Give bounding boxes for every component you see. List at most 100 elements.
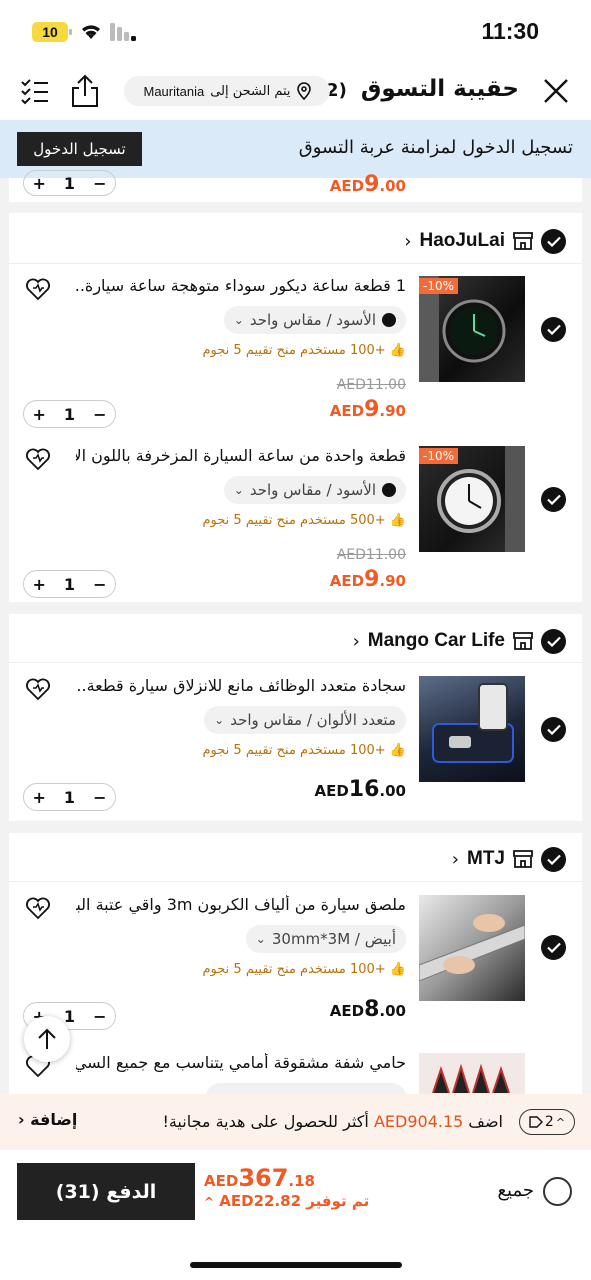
quantity-stepper[interactable]: + 1 − [23, 400, 116, 428]
store-header[interactable]: MTJ ‹ [452, 844, 566, 874]
variant-label: الأسود / مقاس واحد [249, 311, 376, 329]
share-icon[interactable] [70, 74, 100, 108]
product-image[interactable] [419, 895, 525, 1001]
variant-label: أبيض / 30mm*3M [271, 930, 396, 948]
chevron-down-icon: ⌄ [233, 483, 244, 497]
item-checkbox[interactable] [541, 487, 566, 512]
mat-image-icon [432, 683, 514, 763]
item-price: AED9.90 [329, 567, 406, 592]
store-checkbox[interactable] [541, 628, 566, 654]
partial-cart-item: AED9.00 + 1 − [9, 170, 582, 202]
wishlist-heart-icon[interactable] [25, 895, 51, 921]
thumbs-up-icon: 👍 [389, 343, 406, 358]
login-banner-text: تسجيل الدخول لمزامنة عربة التسوق [298, 137, 573, 158]
item-checkbox[interactable] [541, 717, 566, 742]
rating-note: 👍 +500 مستخدم منح تقييم 5 نجوم [202, 513, 406, 528]
quantity-stepper[interactable]: + 1 − [23, 783, 116, 811]
store-name[interactable]: HaoJuLai [419, 230, 505, 252]
decrease-button[interactable]: − [85, 788, 115, 807]
store-header[interactable]: Mango Car Life ‹ [353, 626, 566, 656]
close-icon[interactable] [539, 74, 573, 108]
scroll-to-top-button[interactable] [24, 1016, 70, 1062]
color-swatch [382, 313, 396, 327]
product-image[interactable]: -10% [419, 276, 525, 382]
wishlist-heart-icon[interactable] [25, 446, 51, 472]
sill-image-icon [419, 914, 525, 982]
product-title[interactable]: قطعة واحدة من ساعة السيارة المزخرفة بالل… [76, 446, 406, 465]
battery-level: 10 [42, 24, 58, 40]
decrease-button[interactable]: − [85, 1007, 115, 1026]
increase-button[interactable]: + [24, 788, 54, 807]
original-price: AED11.00 [336, 547, 406, 563]
product-title[interactable]: ملصق سيارة من ألياف الكربون 3m واقي عتبة… [76, 895, 406, 914]
shipping-destination-button[interactable]: يتم الشحن إلى Mauritania [124, 76, 330, 106]
chevron-left-icon: ‹ [18, 1110, 25, 1129]
item-checkbox[interactable] [541, 935, 566, 960]
product-image[interactable] [419, 676, 525, 782]
chevron-up-icon: ^ [204, 1195, 215, 1209]
variant-selector[interactable] [206, 1083, 406, 1094]
product-image[interactable]: -10% [419, 446, 525, 552]
store-card: Mango Car Life ‹ سجادة متعدد الوظائف مان… [9, 614, 582, 821]
status-bar: 10 11:30 [0, 0, 591, 62]
chevron-right-icon[interactable]: ‹ [452, 849, 459, 870]
coupon-chip[interactable]: 2 ^ [519, 1109, 575, 1135]
page-title: حقيبة التسوق (32) [305, 76, 519, 102]
tag-icon [529, 1116, 543, 1128]
product-title[interactable]: 1 قطعة ساعة ديكور سوداء متوهجة ساعة سيار… [76, 276, 406, 295]
quantity-value: 1 [63, 404, 76, 424]
store-name[interactable]: Mango Car Life [368, 630, 505, 652]
store-name[interactable]: MTJ [467, 848, 505, 870]
item-checkbox[interactable] [541, 317, 566, 342]
battery-icon: 10 [32, 22, 72, 42]
quantity-stepper[interactable]: + 1 − [23, 170, 116, 196]
select-all-radio[interactable] [543, 1177, 572, 1206]
increase-button[interactable]: + [24, 575, 54, 594]
chevron-right-icon[interactable]: ‹ [404, 231, 411, 252]
wishlist-heart-icon[interactable] [25, 276, 51, 302]
store-icon [513, 232, 533, 250]
add-gift-link[interactable]: إضافة ‹ [18, 1110, 77, 1129]
discount-badge: -10% [419, 448, 459, 464]
divider [9, 881, 582, 882]
wishlist-heart-icon[interactable] [25, 676, 51, 702]
wifi-icon [82, 25, 100, 39]
product-title[interactable]: سجادة متعدد الوظائف مانع للانزلاق سيارة … [76, 676, 406, 695]
select-all-label[interactable]: جميع [497, 1180, 534, 1201]
quantity-value: 1 [63, 574, 76, 594]
decrease-button[interactable]: − [85, 575, 115, 594]
color-swatch [382, 483, 396, 497]
increase-button[interactable]: + [24, 405, 54, 424]
variant-selector[interactable]: الأسود / مقاس واحد ⌄ [223, 476, 406, 504]
login-button[interactable]: تسجيل الدخول [17, 132, 142, 166]
increase-button[interactable]: + [24, 174, 54, 193]
checkout-bar: جميع AED367.18 تم توفير AED22.82 ^ الدفع… [0, 1150, 591, 1280]
checkout-button[interactable]: الدفع (31) [17, 1163, 195, 1220]
variant-selector[interactable]: متعدد الألوان / مقاس واحد ⌄ [204, 706, 406, 734]
variant-selector[interactable]: أبيض / 30mm*3M ⌄ [245, 925, 406, 953]
item-price: AED9.00 [329, 172, 406, 197]
chevron-down-icon: ⌄ [255, 932, 266, 946]
divider [9, 263, 582, 264]
product-title[interactable]: حامي شفة مشقوقة أمامي يتناسب مع جميع الس… [76, 1053, 406, 1072]
decrease-button[interactable]: − [85, 174, 115, 193]
divider [9, 662, 582, 663]
variant-selector[interactable]: الأسود / مقاس واحد ⌄ [223, 306, 406, 334]
checklist-icon[interactable] [20, 78, 50, 106]
thumbs-up-icon: 👍 [389, 743, 406, 758]
cellular-icon [110, 23, 136, 41]
store-header[interactable]: HaoJuLai ‹ [404, 226, 566, 256]
store-card: HaoJuLai ‹ -10% 1 قطعة ساعة ديكور سوداء … [9, 213, 582, 602]
rating-note: 👍 +100 مستخدم منح تقييم 5 نجوم [202, 962, 406, 977]
store-checkbox[interactable] [541, 846, 566, 872]
home-indicator [190, 1262, 402, 1268]
decrease-button[interactable]: − [85, 405, 115, 424]
store-card: MTJ ‹ ملصق سيارة من ألياف الكربون 3m واق… [9, 833, 582, 1094]
chevron-right-icon[interactable]: ‹ [353, 631, 360, 652]
item-price: AED16.00 [314, 777, 406, 802]
store-checkbox[interactable] [541, 228, 566, 254]
gift-message: اضف AED904.15 أكثر للحصول على هدية مجاني… [162, 1112, 503, 1131]
quantity-stepper[interactable]: + 1 − [23, 570, 116, 598]
product-image[interactable] [419, 1053, 525, 1094]
savings-summary[interactable]: تم توفير AED22.82 ^ [204, 1192, 369, 1210]
